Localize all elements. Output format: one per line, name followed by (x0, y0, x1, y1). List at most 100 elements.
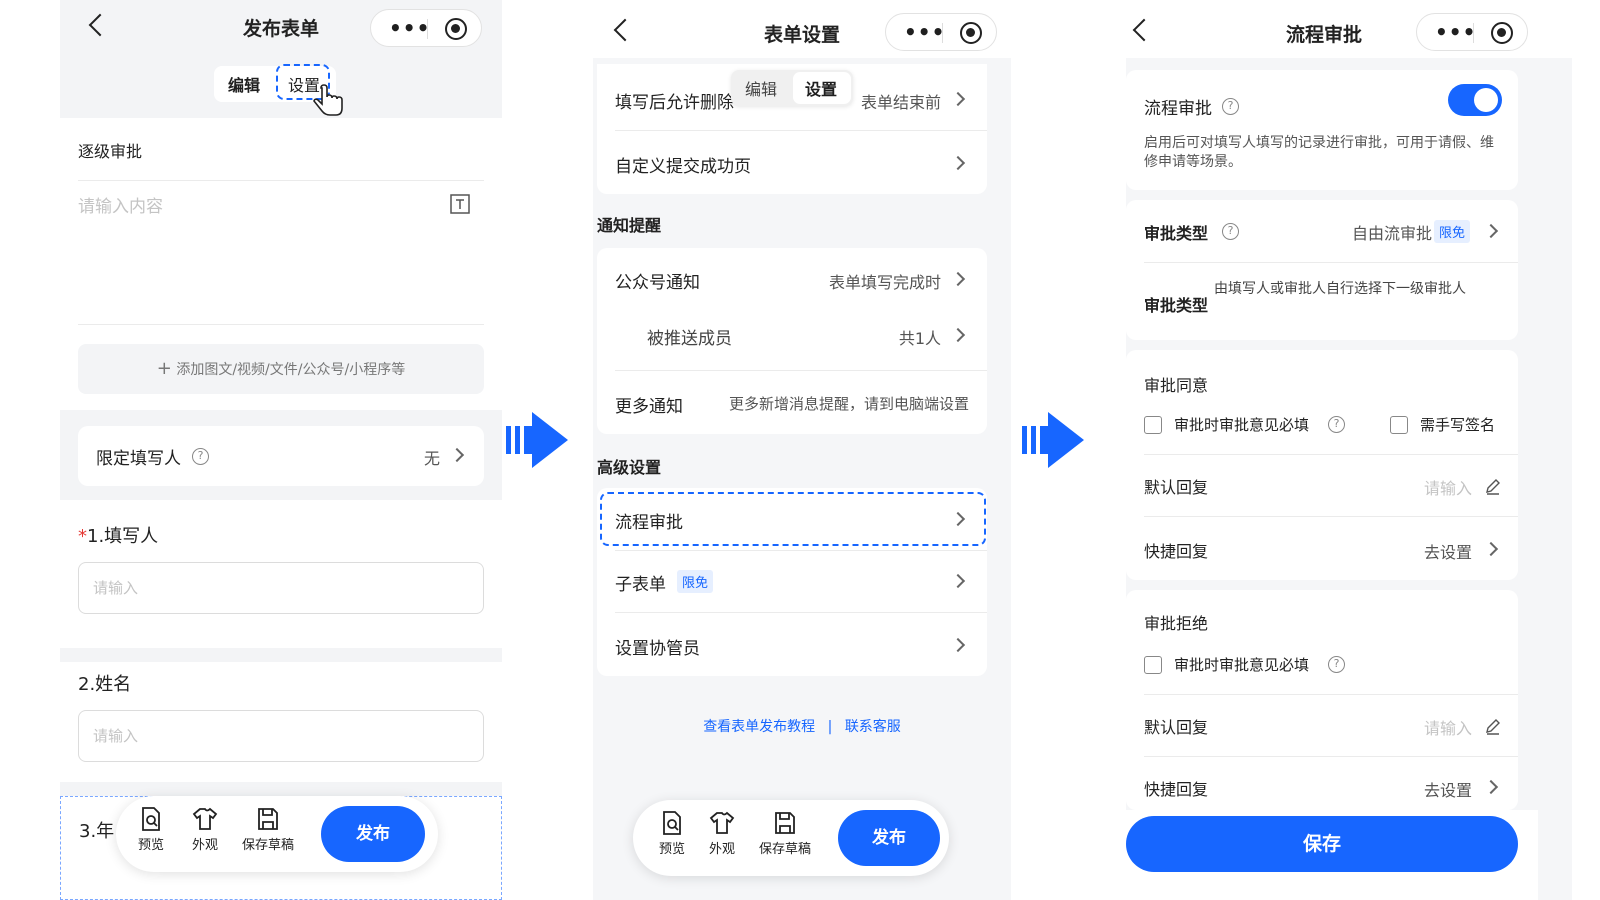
tab-edit[interactable]: 编辑 (745, 76, 777, 100)
shirt-icon (192, 807, 218, 830)
chevron-right-icon (950, 327, 966, 343)
advanced-section-title: 高级设置 (597, 458, 662, 477)
approval-type-row[interactable]: 审批类型 ? 自由流审批 限免 (1126, 200, 1518, 262)
quick-reply-row-2[interactable]: 快捷回复 去设置 (1126, 756, 1518, 810)
shirt-icon (709, 811, 735, 834)
help-icon[interactable]: ? (1222, 98, 1239, 115)
field-label: 1.填写人 (87, 526, 159, 547)
help-icon[interactable]: ? (1222, 223, 1239, 240)
edit-icon (1486, 479, 1500, 495)
more-icon[interactable]: ••• (1435, 20, 1476, 44)
bottom-action-bar: 预览 外观 保存草稿 发布 (116, 796, 438, 872)
edit-settings-segment: 编辑 设置 (731, 70, 853, 106)
quick-reply-row[interactable]: 快捷回复 去设置 (1126, 516, 1518, 580)
field-name: 2.姓名 请输入 (60, 662, 502, 782)
flow-approval-toggle[interactable] (1448, 84, 1502, 116)
approve-section-title: 审批同意 (1144, 376, 1209, 395)
notify-section-title: 通知提醒 (597, 216, 662, 235)
support-link[interactable]: 联系客服 (845, 719, 901, 735)
description-input[interactable]: 请输入内容 (78, 192, 163, 217)
chevron-right-icon (950, 637, 966, 653)
notify-card: 公众号通知 表单填写完成时 被推送成员 共1人 更多通知 更多新增消息提醒，请到… (597, 248, 987, 434)
field-label: 2.姓名 (78, 674, 132, 695)
preview-button[interactable]: 预览 (659, 810, 685, 857)
publish-form-screen: 发布表单 ••• 编辑 设置 逐级审批 请输入内容 + 添加图文/视频/文件/公… (60, 0, 502, 900)
appearance-button[interactable]: 外观 (192, 806, 218, 853)
chevron-right-icon (1483, 223, 1499, 239)
approve-settings-card: 审批同意 审批时审批意见必填 ? 需手写签名 默认回复 请输入 快捷回复 去设置 (1126, 350, 1518, 580)
field-label: 3.年 (79, 821, 115, 842)
co-admin-row[interactable]: 设置协管员 (597, 612, 987, 676)
mini-program-capsule: ••• (885, 13, 997, 51)
default-reply-row[interactable]: 默认回复 请输入 (1126, 454, 1518, 516)
edit-icon (1486, 719, 1500, 735)
nav-bar: 表单设置 ••• (593, 0, 1011, 58)
free-badge: 限免 (677, 570, 714, 593)
advanced-card: 流程审批 子表单 限免 设置协管员 (597, 488, 987, 676)
flow-approval-screen: 流程审批 ••• 流程审批 ? 启用后可对填写人填写的记录进行审批，可用于请假、… (1126, 0, 1572, 900)
chevron-right-icon (950, 155, 966, 171)
more-icon[interactable]: ••• (389, 16, 430, 40)
nav-bar: 流程审批 ••• (1126, 0, 1572, 58)
filler-input[interactable]: 请输入 (78, 562, 484, 614)
chevron-right-icon (950, 271, 966, 287)
flow-arrow-icon (506, 412, 568, 468)
description-card: 逐级审批 请输入内容 + 添加图文/视频/文件/公众号/小程序等 (60, 118, 502, 410)
chevron-right-icon (950, 91, 966, 107)
nav-bar: 发布表单 ••• (60, 0, 502, 56)
preview-button[interactable]: 预览 (138, 806, 164, 853)
form-heading: 逐级审批 (78, 142, 143, 161)
publish-button[interactable]: 发布 (321, 806, 425, 862)
chevron-right-icon (449, 447, 465, 463)
form-settings-screen: 表单设置 ••• 填写后允许删除 表单结束前 自定义提交成功页 编辑 设置 通知… (593, 0, 1011, 900)
floppy-icon (258, 808, 278, 830)
tab-settings[interactable]: 设置 (805, 76, 837, 100)
more-notify-row: 更多通知 更多新增消息提醒，请到电脑端设置 (615, 395, 969, 417)
approval-type-card: 审批类型 ? 自由流审批 限免 审批类型 由填写人或审批人自行选择下一级审批人 (1126, 200, 1518, 340)
close-mini-program-icon[interactable] (960, 22, 982, 44)
save-bar: 保存 (1126, 810, 1538, 900)
publish-button[interactable]: 发布 (838, 810, 940, 866)
chevron-right-icon (1483, 779, 1499, 795)
bottom-action-bar: 预览 外观 保存草稿 发布 (633, 800, 949, 876)
appearance-button[interactable]: 外观 (709, 810, 735, 857)
free-badge: 限免 (1433, 220, 1470, 243)
footer-links: 查看表单发布教程 | 联系客服 (703, 719, 901, 735)
close-mini-program-icon[interactable] (445, 18, 467, 40)
close-mini-program-icon[interactable] (1491, 22, 1513, 44)
mp-notify-row[interactable]: 公众号通知 表单填写完成时 (597, 248, 987, 306)
flow-approval-card: 流程审批 ? 启用后可对填写人填写的记录进行审批，可用于请假、维修申请等场景。 (1126, 70, 1518, 190)
help-icon[interactable]: ? (1328, 656, 1345, 673)
mini-program-capsule: ••• (1416, 13, 1528, 51)
save-button[interactable]: 保存 (1126, 816, 1518, 872)
help-icon[interactable]: ? (1328, 416, 1345, 433)
text-format-icon[interactable] (450, 194, 470, 214)
preview-icon (663, 811, 681, 835)
add-media-button[interactable]: + 添加图文/视频/文件/公众号/小程序等 (78, 344, 484, 394)
mini-program-capsule: ••• (370, 9, 482, 47)
tap-hand-icon (313, 84, 343, 116)
reject-opinion-required-checkbox[interactable] (1144, 656, 1162, 674)
reject-section-title: 审批拒绝 (1144, 614, 1209, 633)
chevron-right-icon (1483, 541, 1499, 557)
save-draft-button[interactable]: 保存草稿 (242, 806, 294, 853)
more-icon[interactable]: ••• (904, 20, 945, 44)
sub-form-row[interactable]: 子表单 限免 (597, 550, 987, 612)
name-input[interactable]: 请输入 (78, 710, 484, 762)
chevron-right-icon (950, 573, 966, 589)
help-icon[interactable]: ? (192, 448, 209, 465)
push-members-row[interactable]: 被推送成员 共1人 (597, 306, 987, 364)
default-reply-row-2[interactable]: 默认回复 请输入 (1126, 694, 1518, 756)
custom-success-page-row[interactable]: 自定义提交成功页 (597, 130, 987, 194)
limit-filler-row[interactable]: 限定填写人 ? 无 (78, 426, 484, 486)
highlight-flow-approval (600, 492, 986, 546)
field-filler: *1.填写人 请输入 (60, 500, 502, 648)
reject-settings-card: 审批拒绝 审批时审批意见必填 ? 默认回复 请输入 快捷回复 去设置 (1126, 590, 1518, 810)
handwritten-signature-checkbox[interactable] (1390, 416, 1408, 434)
tutorial-link[interactable]: 查看表单发布教程 (703, 719, 815, 735)
floppy-icon (775, 812, 795, 834)
tab-edit[interactable]: 编辑 (228, 72, 260, 96)
save-draft-button[interactable]: 保存草稿 (759, 810, 811, 857)
opinion-required-checkbox[interactable] (1144, 416, 1162, 434)
flow-arrow-icon (1022, 412, 1084, 468)
